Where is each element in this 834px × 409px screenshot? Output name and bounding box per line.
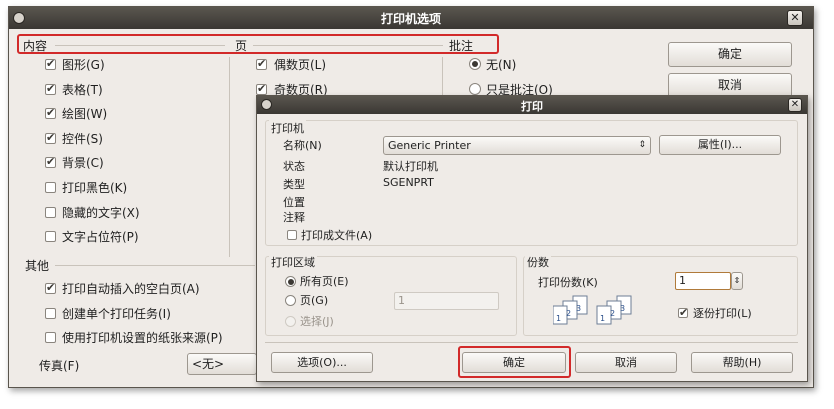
svg-text:2: 2 xyxy=(566,309,571,318)
checkbox-label: 控件(S) xyxy=(62,132,103,146)
checkbox-background[interactable] xyxy=(45,155,56,168)
checkbox-text-placeholder[interactable] xyxy=(45,231,56,242)
checkbox-drawings[interactable] xyxy=(45,106,56,119)
status-value: 默认打印机 xyxy=(383,160,438,173)
close-icon[interactable]: ✕ xyxy=(788,98,802,112)
type-value: SGENPRT xyxy=(383,176,434,189)
properties-button[interactable]: 属性(I)... xyxy=(659,135,781,155)
radio-selection[interactable] xyxy=(285,316,296,327)
svg-text:3: 3 xyxy=(620,304,625,313)
printer-name-select[interactable]: Generic Printer ⇕ xyxy=(383,136,651,155)
copies-label: 打印份数(K) xyxy=(538,276,598,289)
location-label: 位置 xyxy=(283,196,305,209)
checkbox-label: 创建单个打印任务(I) xyxy=(62,307,171,321)
selection-label: 选择(J) xyxy=(300,315,334,328)
checkbox-tables[interactable] xyxy=(45,82,56,95)
checkbox-print-black[interactable] xyxy=(45,182,56,193)
checkbox-label: 偶数页(L) xyxy=(274,58,327,72)
checkbox-controls[interactable] xyxy=(45,131,56,144)
checkbox-paper-tray[interactable] xyxy=(45,332,56,343)
help-button[interactable]: 帮助(H) xyxy=(691,352,793,373)
checkbox-label: 表格(T) xyxy=(62,83,103,97)
svg-text:3: 3 xyxy=(576,304,581,313)
checkbox-single-print-job[interactable] xyxy=(45,308,56,319)
printer-name-value: Generic Printer xyxy=(388,139,471,152)
all-pages-label: 所有页(E) xyxy=(300,275,349,288)
checkbox-label: 打印黑色(K) xyxy=(62,181,128,195)
printer-section-label: 打印机 xyxy=(269,120,306,136)
copies-input[interactable]: 1 xyxy=(675,272,731,290)
fax-label: 传真(F) xyxy=(39,359,80,373)
copies-section-label: 份数 xyxy=(525,254,551,270)
checkbox-label: 绘图(W) xyxy=(62,107,108,121)
print-range-label: 打印区域 xyxy=(269,254,317,270)
main-ok-button[interactable]: 确定 xyxy=(668,42,792,67)
collate-pages-icon: 123 123 xyxy=(553,295,632,325)
copies-stepper[interactable]: ⇕ xyxy=(731,272,743,290)
checkbox-label: 使用打印机设置的纸张来源(P) xyxy=(62,331,223,345)
checkbox-label: 文字占位符(P) xyxy=(62,230,139,244)
checkbox-label: 打印自动插入的空白页(A) xyxy=(62,282,200,296)
checkbox-collate[interactable] xyxy=(678,306,688,319)
checkbox-graphics[interactable] xyxy=(45,57,56,70)
print-cancel-button[interactable]: 取消 xyxy=(575,352,677,373)
svg-text:2: 2 xyxy=(610,309,615,318)
other-heading: 其他 xyxy=(25,259,50,273)
radio-pages[interactable] xyxy=(285,295,296,306)
print-to-file-label: 打印成文件(A) xyxy=(301,229,373,242)
header-highlight-box xyxy=(17,34,499,54)
svg-text:1: 1 xyxy=(556,314,561,323)
comment-label: 注释 xyxy=(283,211,305,224)
print-title: 打印 xyxy=(521,100,543,113)
copies-input-value: 1 xyxy=(679,274,686,287)
checkbox-left-pages[interactable] xyxy=(256,57,267,70)
printer-options-titlebar: 打印机选项 ✕ xyxy=(9,7,813,29)
spin-arrows-icon: ⇕ xyxy=(638,140,646,150)
pages-label: 页(G) xyxy=(300,294,329,307)
radio-label: 无(N) xyxy=(486,58,517,72)
checkbox-label: 隐藏的文字(X) xyxy=(62,206,140,220)
checkbox-label: 图形(G) xyxy=(62,58,105,72)
close-icon[interactable]: ✕ xyxy=(787,10,803,26)
checkbox-insert-blank-pages[interactable] xyxy=(45,281,56,294)
type-label: 类型 xyxy=(283,178,305,191)
pages-input-value: 1 xyxy=(398,294,405,307)
radio-notes-only[interactable] xyxy=(469,83,481,95)
checkbox-print-to-file[interactable] xyxy=(287,230,297,240)
status-label: 状态 xyxy=(283,160,305,173)
checkbox-hidden-text[interactable] xyxy=(45,207,56,218)
print-dialog: 打印 ✕ 打印机 名称(N) Generic Printer ⇕ 属性(I)..… xyxy=(256,95,808,382)
svg-text:1: 1 xyxy=(600,314,605,323)
printer-options-title: 打印机选项 xyxy=(380,12,441,26)
radio-all-pages[interactable] xyxy=(285,276,296,287)
checkbox-label: 背景(C) xyxy=(62,156,104,170)
collate-label: 逐份打印(L) xyxy=(693,307,752,320)
fax-select[interactable]: <无> xyxy=(187,353,257,375)
pages-input[interactable]: 1 xyxy=(394,292,499,310)
printer-name-label: 名称(N) xyxy=(283,139,322,152)
checkbox-right-pages[interactable] xyxy=(256,82,267,95)
ok-highlight-box xyxy=(458,346,571,378)
print-titlebar: 打印 ✕ xyxy=(257,96,807,114)
options-button[interactable]: 选项(O)... xyxy=(271,352,373,373)
radio-notes-none[interactable] xyxy=(469,58,481,70)
